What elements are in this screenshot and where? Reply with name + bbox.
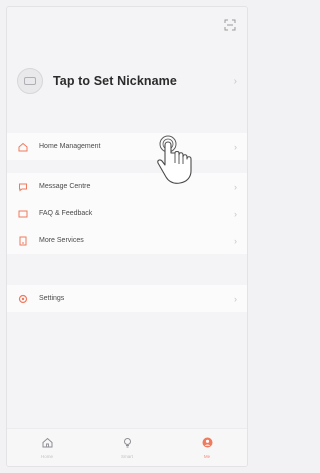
tab-label: Me [203,454,211,459]
menu-item-label: FAQ & Feedback [39,210,93,217]
scan-button[interactable] [223,19,237,33]
menu-item-more-services[interactable]: More Services › [7,227,247,254]
menu-list: Home Management › [7,133,247,160]
chevron-right-icon: › [233,75,237,87]
tab-label: Home [40,454,53,459]
avatar-icon [24,77,36,85]
chevron-right-icon: › [234,208,237,219]
menu-list: Message Centre › FAQ & Feedback › More S… [7,173,247,254]
menu-item-label: Settings [39,295,65,302]
menu-item-label: More Services [39,237,84,244]
menu-item-label: Message Centre [39,183,91,190]
nickname-label[interactable]: Tap to Set Nickname [53,74,177,88]
profile-screen: Tap to Set Nickname › Home Management › … [6,6,248,467]
home-icon [17,141,29,153]
home-tab-icon [42,437,52,448]
menu-item-faq-feedback[interactable]: FAQ & Feedback › [7,200,247,227]
tab-label: Smart [120,454,133,459]
tab-smart[interactable]: Smart [107,437,147,459]
services-icon [17,235,29,247]
avatar[interactable] [17,68,43,94]
chevron-right-icon: › [234,141,237,152]
menu-item-home-management[interactable]: Home Management › [7,133,247,160]
tab-home[interactable]: Home [27,437,67,459]
menu-item-label: Home Management [39,143,101,150]
me-tab-icon [202,437,212,448]
settings-section: Settings › [7,285,247,312]
faq-icon [17,208,29,220]
message-icon [17,181,29,193]
profile-header[interactable]: Tap to Set Nickname › [7,55,247,107]
settings-icon [17,293,29,305]
menu-item-settings[interactable]: Settings › [7,285,247,312]
chevron-right-icon: › [234,181,237,192]
chevron-right-icon: › [234,235,237,246]
menu-item-message-centre[interactable]: Message Centre › [7,173,247,200]
bottom-tab-bar: Home Smart Me [7,428,247,466]
smart-tab-icon [123,438,131,448]
chevron-right-icon: › [234,293,237,304]
hand-pointer-icon [157,135,192,184]
scan-icon [224,19,236,31]
tab-me[interactable]: Me [187,437,227,459]
